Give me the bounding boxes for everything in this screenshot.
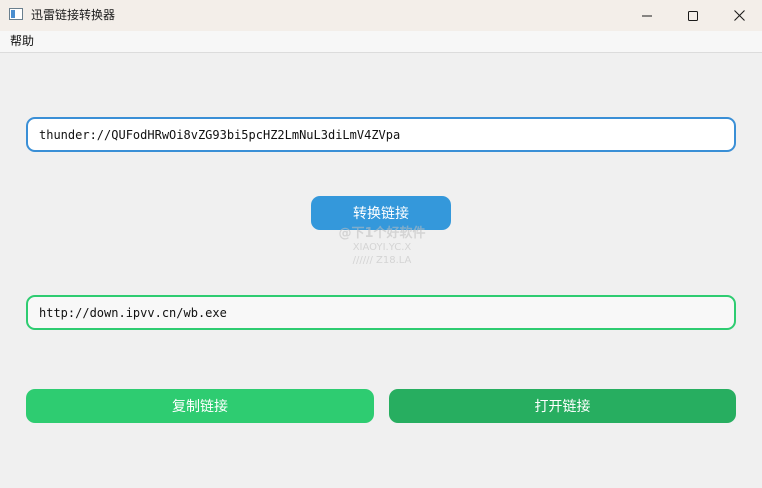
watermark-line-2: XIAOYI.YC.X <box>352 242 412 253</box>
watermark-line-3: ////// Z18.LA <box>352 255 412 266</box>
window-title: 迅雷链接转换器 <box>31 8 116 22</box>
title-bar[interactable]: 迅雷链接转换器 <box>0 0 762 31</box>
convert-button[interactable]: 转换链接 <box>311 196 451 230</box>
thunder-link-input[interactable] <box>26 117 736 152</box>
close-icon <box>733 10 745 21</box>
app-window: 迅雷链接转换器 帮助 转换链接 @下1个好软件 XIAOYI.YC.X ////… <box>0 0 762 488</box>
watermark: @下1个好软件 XIAOYI.YC.X ////// Z18.LA <box>334 226 430 270</box>
minimize-icon <box>642 15 652 16</box>
open-link-button[interactable]: 打开链接 <box>389 389 736 423</box>
menu-help[interactable]: 帮助 <box>4 33 40 50</box>
app-icon <box>9 8 23 20</box>
menu-bar: 帮助 <box>0 31 762 53</box>
http-link-input[interactable] <box>26 295 736 330</box>
close-button[interactable] <box>716 0 762 31</box>
maximize-icon <box>688 10 698 21</box>
maximize-button[interactable] <box>670 0 716 31</box>
minimize-button[interactable] <box>624 0 670 31</box>
copy-link-button[interactable]: 复制链接 <box>26 389 374 423</box>
